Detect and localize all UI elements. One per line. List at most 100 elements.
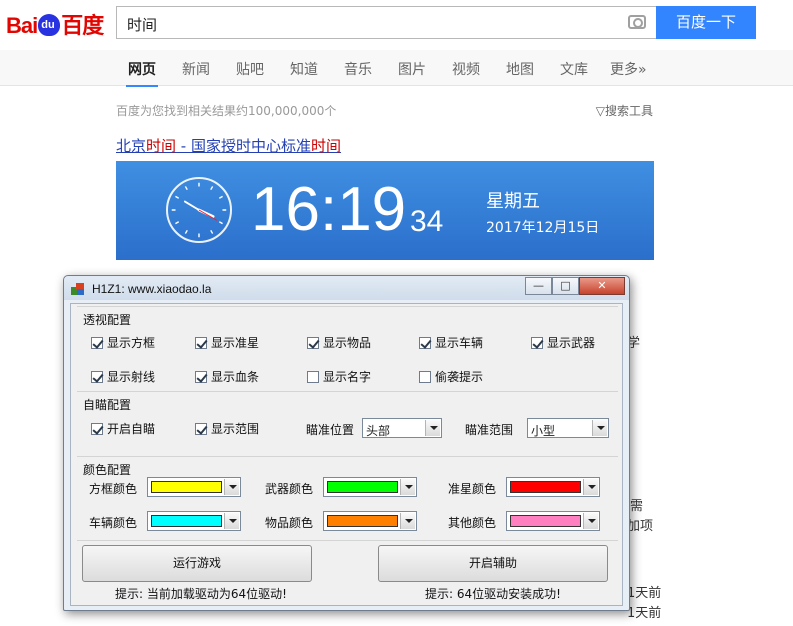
- time-card: 16:19 34 星期五 2017年12月15日: [116, 161, 654, 260]
- tab-video[interactable]: 视频: [452, 59, 480, 79]
- esp-option-checkbox[interactable]: 显示方框: [91, 334, 155, 351]
- aim-enable-checkbox[interactable]: 开启自瞄: [91, 420, 155, 437]
- checkbox-label: 显示射线: [107, 370, 156, 384]
- clock-seconds: 34: [410, 205, 444, 238]
- checkbox-icon: [307, 370, 319, 383]
- tab-images[interactable]: 图片: [398, 59, 426, 79]
- aim-range-select[interactable]: 小型: [527, 418, 609, 438]
- tab-wenku[interactable]: 文库: [560, 59, 588, 79]
- checkbox-label: 显示名字: [323, 370, 372, 384]
- esp-group: 透视配置 显示方框 显示准星 显示物品 显示车辆 显示武器 显示射线 显示血条 …: [77, 306, 618, 386]
- select-value: 头部: [366, 424, 391, 438]
- aim-range-display-checkbox[interactable]: 显示范围: [195, 420, 259, 437]
- search-tabs: 网页 新闻 贴吧 知道 音乐 图片 视频 地图 文库 更多»: [0, 50, 793, 87]
- checkbox-icon: [91, 370, 103, 383]
- driver-tip-right: 提示: 64位驱动安装成功!: [425, 587, 561, 601]
- crosshair-color-select[interactable]: [506, 477, 600, 497]
- checkbox-label: 显示血条: [211, 370, 260, 384]
- tab-tieba[interactable]: 贴吧: [236, 59, 264, 79]
- item-color-select[interactable]: [323, 511, 417, 531]
- esp-option-checkbox[interactable]: 显示车辆: [419, 334, 483, 351]
- checkbox-label: 显示武器: [547, 336, 596, 350]
- result-count: 百度为您找到相关结果约100,000,000个: [116, 104, 337, 118]
- box-color-select[interactable]: [147, 477, 241, 497]
- chevron-down-icon: [224, 479, 239, 495]
- checkbox-icon: [195, 336, 207, 349]
- color-label: 物品颜色: [265, 516, 314, 530]
- clock-date: 2017年12月15日: [486, 220, 600, 236]
- esp-option-checkbox[interactable]: 显示准星: [195, 334, 259, 351]
- clock-time: 16:19: [251, 175, 407, 244]
- clock-weekday: 星期五: [486, 191, 540, 212]
- search-input[interactable]: 时间: [116, 6, 656, 39]
- aim-group: 自瞄配置 开启自瞄 显示范围 瞄准位置 头部 瞄准范围 小型: [77, 391, 618, 453]
- aim-position-label: 瞄准位置: [306, 423, 355, 437]
- dialog-titlebar[interactable]: H1Z1: www.xiaodao.la — □ ✕: [64, 276, 629, 300]
- search-input-value: 时间: [127, 16, 158, 34]
- esp-option-checkbox[interactable]: 显示武器: [531, 334, 595, 351]
- result-title-link[interactable]: 北京时间 - 国家授时中心标准时间: [116, 135, 341, 156]
- enable-assist-button[interactable]: 开启辅助: [378, 545, 608, 582]
- chevron-down-icon: [592, 420, 607, 436]
- logo-text-left: Bai: [6, 13, 38, 38]
- checkbox-label: 显示准星: [211, 336, 260, 350]
- camera-icon[interactable]: [628, 15, 646, 29]
- color-swatch: [151, 481, 222, 493]
- aim-range-label: 瞄准范围: [465, 423, 514, 437]
- tab-web[interactable]: 网页: [126, 59, 158, 87]
- checkbox-icon: [195, 422, 207, 435]
- esp-option-checkbox[interactable]: 显示血条: [195, 368, 259, 385]
- bg-text-fragment: 加项: [627, 519, 654, 534]
- dialog-title: H1Z1: www.xiaodao.la: [92, 282, 212, 296]
- search-tools-link[interactable]: ▽搜索工具: [596, 102, 653, 119]
- color-label: 其他颜色: [448, 516, 497, 530]
- bg-text-fragment: 1天前: [627, 586, 662, 601]
- tab-map[interactable]: 地图: [506, 59, 534, 79]
- esp-option-checkbox[interactable]: 显示射线: [91, 368, 155, 385]
- close-button[interactable]: ✕: [579, 277, 625, 295]
- minimize-button[interactable]: —: [525, 277, 552, 295]
- run-game-button[interactable]: 运行游戏: [82, 545, 312, 582]
- app-icon: [71, 283, 84, 295]
- bg-text-fragment: 1天前: [627, 606, 662, 621]
- bg-text-fragment: 需: [630, 499, 644, 514]
- color-swatch: [151, 515, 222, 527]
- chevron-down-icon: [400, 479, 415, 495]
- checkbox-icon: [91, 422, 103, 435]
- checkbox-icon: [531, 336, 543, 349]
- color-swatch: [510, 481, 581, 493]
- weapon-color-select[interactable]: [323, 477, 417, 497]
- checkbox-icon: [91, 336, 103, 349]
- tab-zhidao[interactable]: 知道: [290, 59, 318, 79]
- color-swatch: [327, 481, 398, 493]
- color-group-title: 颜色配置: [83, 463, 132, 477]
- baidu-header: Bai du 百度 时间 百度一下: [0, 0, 793, 48]
- maximize-button[interactable]: □: [552, 277, 579, 295]
- checkbox-icon: [419, 336, 431, 349]
- chevron-down-icon: [400, 513, 415, 529]
- checkbox-icon: [419, 370, 431, 383]
- title-highlight: 时间: [146, 137, 177, 155]
- vehicle-color-select[interactable]: [147, 511, 241, 531]
- chevron-down-icon: [583, 513, 598, 529]
- title-part: 北京: [116, 137, 147, 155]
- tab-more[interactable]: 更多»: [610, 59, 647, 79]
- baidu-logo[interactable]: Bai du 百度: [6, 8, 104, 40]
- paw-icon: du: [38, 14, 61, 36]
- tab-news[interactable]: 新闻: [182, 59, 210, 79]
- dialog-client: 透视配置 显示方框 显示准星 显示物品 显示车辆 显示武器 显示射线 显示血条 …: [70, 303, 623, 606]
- esp-group-title: 透视配置: [83, 313, 132, 327]
- chevron-down-icon: [583, 479, 598, 495]
- checkbox-label: 偷袭提示: [435, 370, 484, 384]
- other-color-select[interactable]: [506, 511, 600, 531]
- esp-option-checkbox[interactable]: 显示名字: [307, 368, 371, 385]
- color-label: 方框颜色: [89, 482, 138, 496]
- tab-music[interactable]: 音乐: [344, 59, 372, 79]
- window-controls: — □ ✕: [525, 277, 625, 295]
- esp-option-checkbox[interactable]: 显示物品: [307, 334, 371, 351]
- color-label: 车辆颜色: [89, 516, 138, 530]
- esp-option-checkbox[interactable]: 偷袭提示: [419, 368, 483, 385]
- select-value: 小型: [531, 424, 556, 438]
- aim-position-select[interactable]: 头部: [362, 418, 442, 438]
- search-button[interactable]: 百度一下: [656, 6, 756, 39]
